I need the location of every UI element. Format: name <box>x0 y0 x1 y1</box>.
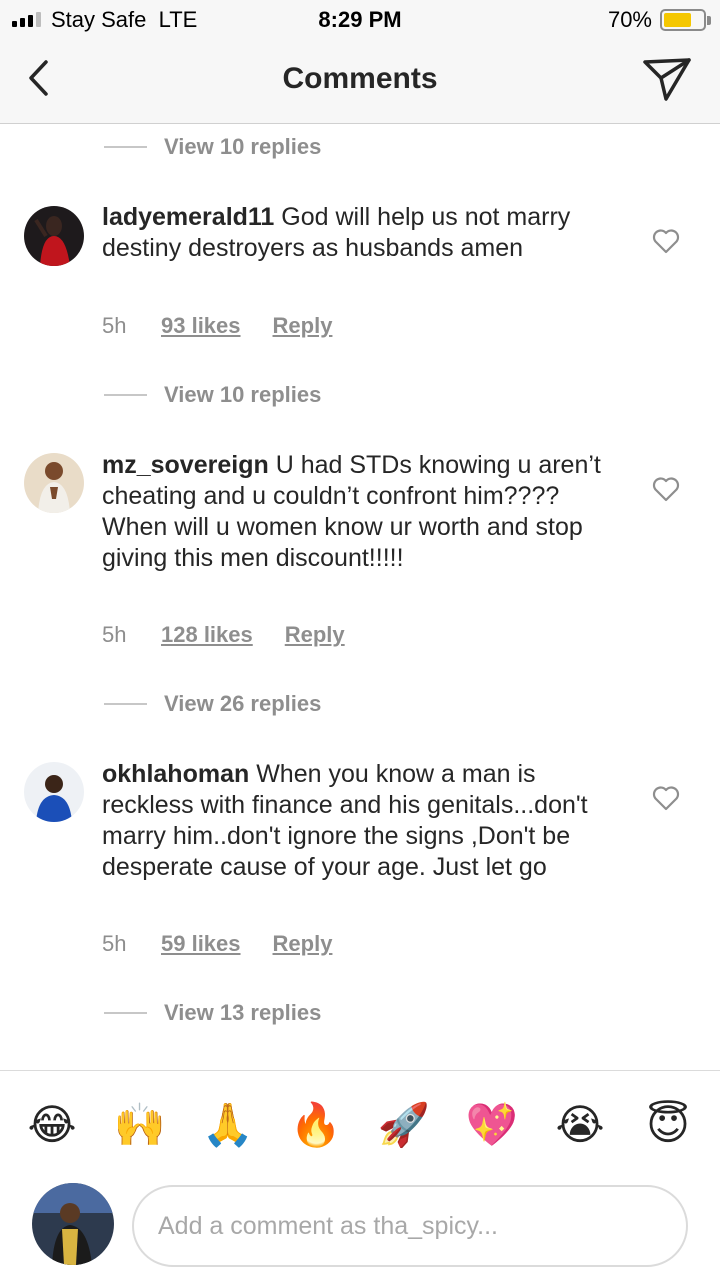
avatar[interactable] <box>24 762 84 822</box>
emoji-raised-hands-button[interactable]: 🙌 <box>112 1097 168 1153</box>
divider <box>104 146 147 148</box>
status-bar: Stay Safe LTE 8:29 PM 70% <box>0 0 720 40</box>
avatar-image <box>24 762 84 822</box>
comment-username[interactable]: ladyemerald11 <box>102 203 274 231</box>
comment-meta: 5h 93 likes Reply <box>102 313 332 339</box>
avatar-image <box>24 206 84 266</box>
avatar[interactable] <box>24 206 84 266</box>
battery-percentage: 70% <box>607 7 652 32</box>
comment-likes[interactable]: 93 likes <box>161 313 241 339</box>
view-replies-label: View 13 replies <box>164 1000 322 1025</box>
quick-emoji-bar: 😂 🙌 🙏 🔥 🚀 💖 😭 😇 <box>0 1097 720 1153</box>
battery-level <box>664 13 691 27</box>
reply-button[interactable]: Reply <box>273 313 333 339</box>
avatar-image <box>24 453 84 513</box>
comment-text: okhlahoman When you know a man is reckle… <box>102 759 602 883</box>
emoji-sparkling-heart-button[interactable]: 💖 <box>464 1097 520 1153</box>
paper-plane-icon[interactable] <box>642 56 692 102</box>
page-title: Comments <box>282 62 438 95</box>
view-replies-label: View 10 replies <box>164 134 322 159</box>
heart-icon[interactable] <box>652 785 680 811</box>
comment-text: ladyemerald11 God will help us not marry… <box>102 202 602 264</box>
comment-meta: 5h 59 likes Reply <box>102 931 332 957</box>
navigation-header: Comments <box>0 40 720 124</box>
view-replies-button[interactable]: View 10 replies <box>104 380 321 410</box>
battery-tip <box>707 16 711 25</box>
comment-time: 5h <box>102 313 127 338</box>
emoji-joy-button[interactable]: 😂 <box>24 1097 80 1153</box>
comment-text: mz_sovereign U had STDs knowing u aren’t… <box>102 450 602 574</box>
heart-icon[interactable] <box>652 476 680 502</box>
battery-icon <box>660 9 706 31</box>
comment-time: 5h <box>102 931 127 956</box>
emoji-fire-button[interactable]: 🔥 <box>288 1097 344 1153</box>
heart-icon[interactable] <box>652 228 680 254</box>
view-replies-button[interactable]: View 13 replies <box>104 998 321 1028</box>
divider <box>104 1012 147 1014</box>
view-replies-label: View 26 replies <box>164 691 322 716</box>
current-user-avatar[interactable] <box>32 1183 114 1265</box>
comment-username[interactable]: mz_sovereign <box>102 451 269 479</box>
comment-input[interactable] <box>132 1185 688 1267</box>
emoji-rocket-button[interactable]: 🚀 <box>376 1097 432 1153</box>
reply-button[interactable]: Reply <box>273 931 333 957</box>
emoji-pray-button[interactable]: 🙏 <box>200 1097 256 1153</box>
comment-time: 5h <box>102 622 127 647</box>
reply-button[interactable]: Reply <box>285 622 345 648</box>
view-replies-label: View 10 replies <box>164 382 322 407</box>
avatar-image <box>32 1183 114 1265</box>
divider <box>104 703 147 705</box>
comment-composer: 😂 🙌 🙏 🔥 🚀 💖 😭 😇 <box>0 1070 720 1280</box>
comment-username[interactable]: okhlahoman <box>102 760 249 788</box>
view-replies-button[interactable]: View 26 replies <box>104 689 321 719</box>
view-replies-button[interactable]: View 10 replies <box>104 132 321 162</box>
comment-likes[interactable]: 128 likes <box>161 622 253 648</box>
emoji-innocent-button[interactable]: 😇 <box>640 1097 696 1153</box>
comment-likes[interactable]: 59 likes <box>161 931 241 957</box>
divider <box>104 394 147 396</box>
avatar[interactable] <box>24 453 84 513</box>
emoji-sob-button[interactable]: 😭 <box>552 1097 608 1153</box>
comment-meta: 5h 128 likes Reply <box>102 622 345 648</box>
